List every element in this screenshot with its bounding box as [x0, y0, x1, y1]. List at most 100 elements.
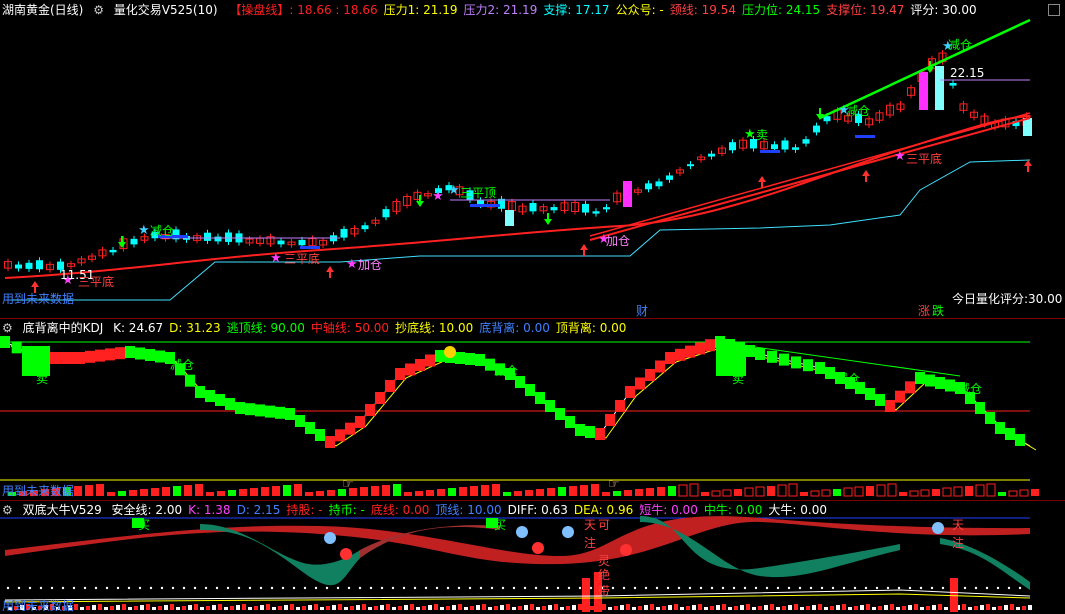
- bottom-bar: [872, 607, 876, 610]
- bottom-bar: [734, 606, 738, 610]
- candle-body: [214, 236, 222, 242]
- kdj-signal-label: 卖: [732, 372, 745, 386]
- bottom-bar: [206, 606, 210, 610]
- bottom-bar: [710, 606, 714, 610]
- bottom-bar: [152, 607, 156, 610]
- dot-mark: [864, 586, 868, 590]
- kdj-block: [685, 345, 695, 358]
- kdj-block: [695, 342, 705, 355]
- bottom-bar: [188, 605, 192, 610]
- dot-mark: [908, 586, 912, 590]
- kdj-block: [605, 414, 615, 426]
- kdj-block: [535, 392, 545, 404]
- instrument-title[interactable]: 湖南黄金(日线): [2, 3, 83, 17]
- volume-bar: [744, 487, 754, 497]
- volume-bar: [316, 491, 324, 496]
- kdj-block: [345, 422, 355, 435]
- bottom-bar: [926, 606, 930, 610]
- bottom-bar: [656, 607, 660, 610]
- panel-toggle-box[interactable]: [1048, 4, 1060, 16]
- candle-body: [781, 140, 789, 150]
- signal-label: 买: [138, 518, 151, 532]
- volume-bar: [459, 487, 467, 496]
- marker-bar: [470, 204, 500, 207]
- volume-bar: [547, 488, 555, 496]
- kdj-block: [895, 390, 905, 403]
- volume-bar: [492, 484, 500, 496]
- indicator-value: 【操盘线】: 18.66 : 18.66: [229, 3, 378, 17]
- volume-bar: [85, 485, 93, 496]
- volume-bar: [327, 490, 335, 496]
- ball-icon: [532, 542, 544, 554]
- volume-bar: [932, 489, 940, 496]
- bottom-bar: [1016, 607, 1020, 610]
- indicator-name[interactable]: 量化交易V525(10): [114, 3, 218, 17]
- volume-bar: [734, 489, 742, 496]
- candle-body: [645, 183, 652, 190]
- candle-body: [687, 164, 694, 167]
- double-bottom-panel[interactable]: ⚙ 双底大牛V529 安全线: 2.00 K: 1.38 D: 2.15 持股: - 持…: [0, 500, 1065, 614]
- bottom-bar: [590, 606, 594, 610]
- bottom-bar: [758, 606, 762, 610]
- kdj-block: [75, 352, 85, 364]
- bottom-bar: [860, 605, 864, 610]
- main-chart-panel[interactable]: ★ ★ ★ ★ ★ ★ ★ ★ ★ ★ ★ 湖南黄金(日线) ⚙ 量化交易V525(10) 【操盘线…: [0, 0, 1065, 318]
- candle-body: [204, 232, 211, 241]
- volume-bar: [162, 487, 170, 496]
- bottom-bar: [692, 605, 696, 610]
- dot-mark: [974, 586, 978, 590]
- bottom-bar: [410, 604, 414, 610]
- volume-bar: [151, 488, 159, 496]
- gear-icon[interactable]: ⚙: [2, 503, 13, 517]
- star-icon: ★: [432, 189, 444, 204]
- bottom-bar: [140, 605, 144, 610]
- kdj-block: [625, 386, 635, 398]
- volume-bar: [217, 491, 225, 496]
- volume-bar: [481, 485, 489, 496]
- zhang-marker[interactable]: 涨: [918, 302, 930, 318]
- candle-body: [109, 249, 117, 253]
- star-icon: ★: [894, 149, 906, 164]
- down-arrow-icon: [544, 213, 552, 225]
- volume-bar: [953, 486, 963, 497]
- dot-mark: [413, 586, 417, 590]
- finance-marker[interactable]: 财: [636, 302, 648, 318]
- dot-mark: [556, 586, 560, 590]
- bottom-bar: [320, 607, 324, 610]
- bottom-bar: [962, 604, 966, 610]
- kdj-block: [1005, 428, 1015, 440]
- volume-bar: [854, 486, 864, 497]
- dot-mark: [710, 586, 714, 590]
- volume-bar: [635, 489, 643, 496]
- kdj-title[interactable]: 底背离中的KDJ: [23, 321, 104, 335]
- dot-mark: [545, 586, 549, 590]
- indicator-value: K: 1.38: [188, 503, 231, 517]
- kdj-block: [975, 402, 985, 414]
- dot-mark: [259, 586, 263, 590]
- kdj-chart[interactable]: ☞ ☞: [0, 318, 1065, 500]
- candle-body: [771, 144, 778, 150]
- kdj-block: [745, 345, 755, 357]
- double-bottom-title[interactable]: 双底大牛V529: [23, 503, 102, 517]
- bottom-bar: [350, 606, 354, 610]
- signal-label: 注: [952, 536, 965, 550]
- down-arrow-icon: [816, 108, 824, 120]
- bottom-bar: [698, 604, 702, 610]
- kdj-block: [0, 336, 10, 348]
- kdj-panel[interactable]: ☞ ☞ ⚙ 底背离中的KDJ K: 24.67 D: 31.23 逃顶线: 90.00…: [0, 318, 1065, 500]
- bottom-bar: [980, 605, 984, 610]
- bottom-bar: [134, 606, 138, 610]
- signal-label: 可: [598, 518, 611, 532]
- volume-bar: [470, 486, 478, 496]
- bottom-bar: [830, 606, 834, 610]
- gear-icon[interactable]: ⚙: [93, 3, 104, 17]
- gear-icon[interactable]: ⚙: [2, 321, 13, 335]
- bottom-bar: [914, 604, 918, 610]
- bottom-bar: [1022, 606, 1026, 610]
- kdj-block: [475, 354, 485, 366]
- die-marker[interactable]: 跌: [932, 302, 944, 318]
- dot-mark: [809, 586, 813, 590]
- volume-bar: [722, 489, 732, 497]
- volume-bar: [909, 490, 919, 497]
- bottom-bar: [284, 605, 288, 610]
